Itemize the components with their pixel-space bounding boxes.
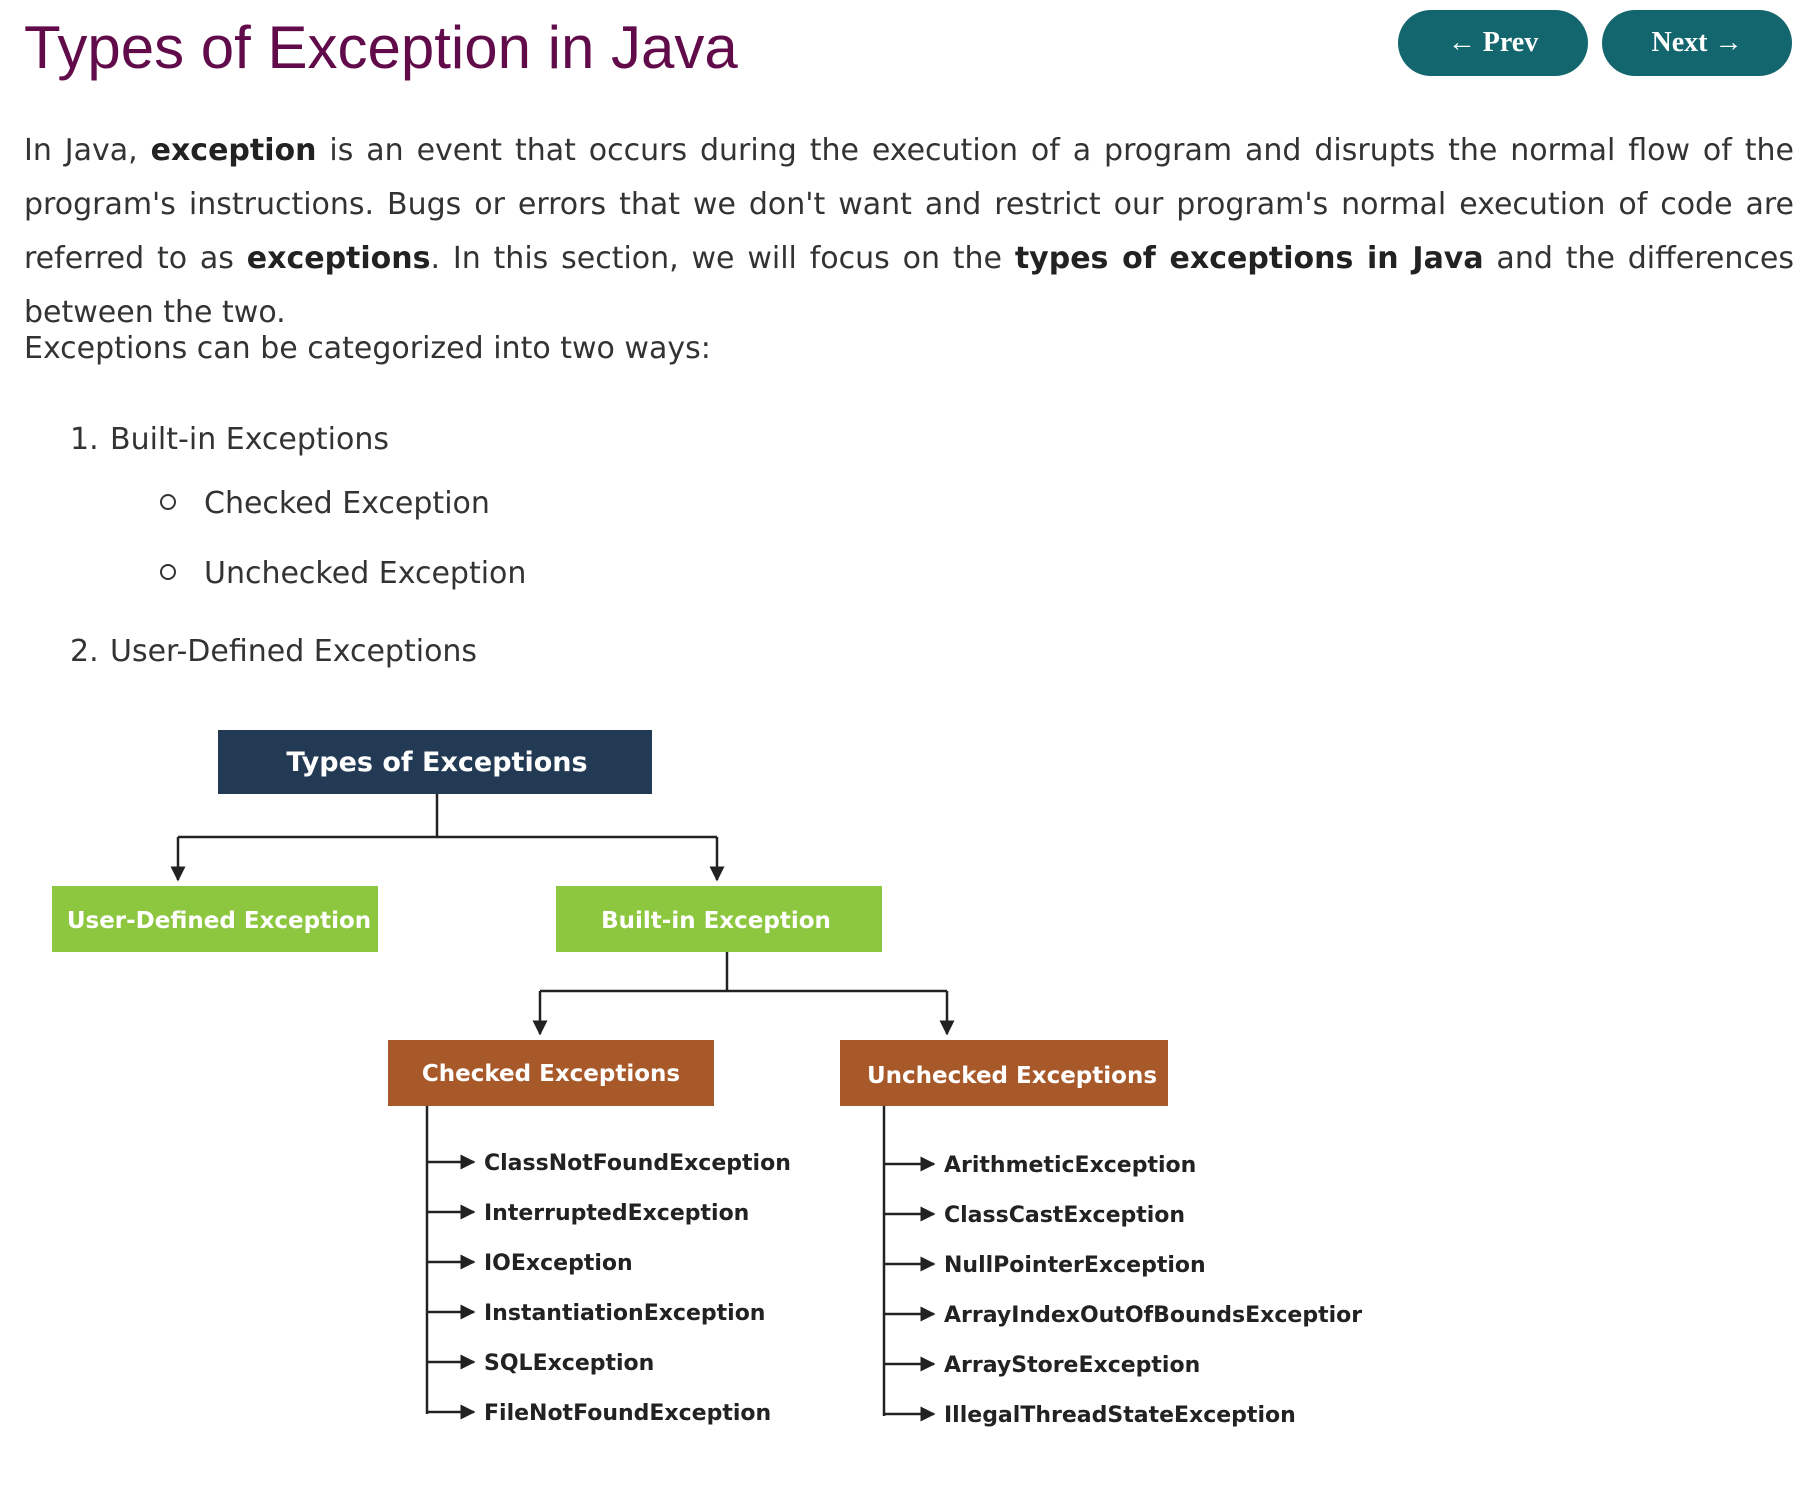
unchecked-exception-item-label: ArrayStoreException [944,1353,1200,1378]
intro-paragraph: In Java, exception is an event that occu… [24,124,1794,340]
list-subitem-unchecked: Unchecked Exception [160,554,526,594]
intro-bold-exception: exception [150,133,317,168]
list-subitem-checked: Checked Exception [160,484,490,524]
root-node: Types of Exceptions [218,730,652,794]
checked-exception-item-label: ClassNotFoundException [484,1151,791,1176]
unchecked-branches: ArithmeticException ClassCastException Nul… [884,1153,1362,1428]
list-subitem-label: Checked Exception [204,486,490,521]
next-button[interactable]: Next → [1602,10,1792,76]
circle-bullet-icon [160,493,176,510]
unchecked-exception-item-label: ClassCastException [944,1203,1185,1228]
prev-button[interactable]: ← Prev [1398,10,1588,76]
checked-exception-item-label: SQLException [484,1351,654,1376]
built-in-node-label: Built-in Exception [601,908,831,934]
checked-branches: ClassNotFoundException InterruptedExcepti… [427,1151,791,1426]
checked-exception-item-label: FileNotFoundException [484,1401,771,1426]
page-title: Types of Exception in Java [24,14,738,81]
categories-lead: Exceptions can be categorized into two w… [24,331,711,366]
list-subitem-label: Unchecked Exception [204,556,527,591]
checked-exception-item-label: IOException [484,1251,633,1276]
exception-hierarchy-diagram: ClassNotFoundException InterruptedExcepti… [52,730,1362,1428]
checked-exception-item-label: InterruptedException [484,1201,749,1226]
intro-bold-types: types of exceptions in Java [1014,241,1484,276]
checked-node: Checked Exceptions [388,1040,714,1106]
list-number: 2. [70,634,99,669]
built-in-node: Built-in Exception [556,886,882,952]
unchecked-node: Unchecked Exceptions [840,1040,1168,1106]
unchecked-node-label: Unchecked Exceptions [867,1063,1157,1089]
user-defined-node: User-Defined Exception [52,886,378,952]
intro-bold-exceptions: exceptions [246,241,431,276]
list-item-label: User-Defined Exceptions [110,634,478,669]
list-item-built-in: 1. Built-in Exceptions [70,420,389,460]
intro-text-1: In Java, [24,133,151,168]
checked-node-label: Checked Exceptions [422,1061,680,1087]
user-defined-node-label: User-Defined Exception [67,908,371,934]
unchecked-exception-item-label: ArrayIndexOutOfBoundsExceptior [944,1303,1362,1328]
checked-exception-item-label: InstantiationException [484,1301,765,1326]
intro-text-3: . In this section, we will focus on the [430,241,1015,276]
list-item-label: Built-in Exceptions [110,422,390,457]
root-node-label: Types of Exceptions [286,747,587,778]
list-number: 1. [70,422,99,457]
circle-bullet-icon [160,563,176,580]
unchecked-exception-item-label: ArithmeticException [944,1153,1196,1178]
unchecked-exception-item-label: IllegalThreadStateException [944,1403,1296,1428]
list-item-user-defined: 2. User-Defined Exceptions [70,632,477,672]
unchecked-exception-item-label: NullPointerException [944,1253,1206,1278]
